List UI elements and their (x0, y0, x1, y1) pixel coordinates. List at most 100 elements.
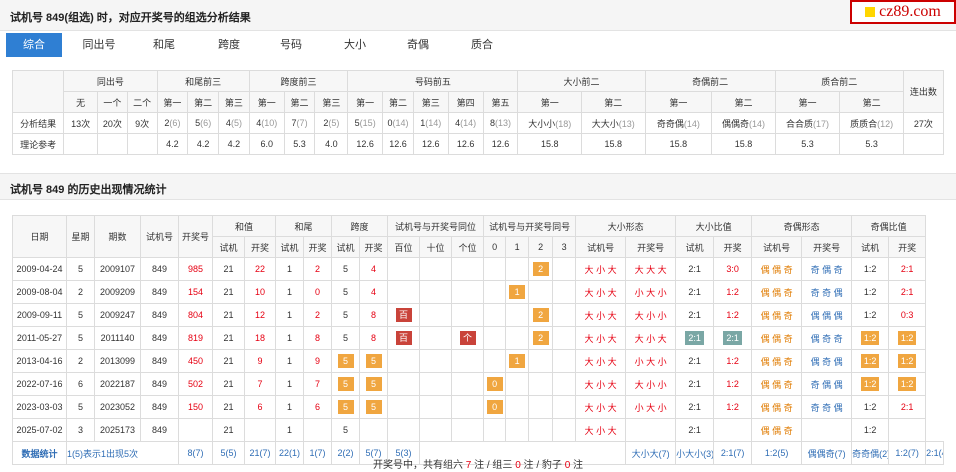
tab-0[interactable]: 综合 (6, 33, 62, 57)
tail-draw-cell: 2 (303, 257, 333, 281)
tab-6[interactable]: 奇偶 (389, 33, 447, 57)
footer-suffix: 注 (570, 460, 584, 471)
history-sub-header: 试机 (851, 236, 890, 258)
same-number-cell: 1 (505, 349, 530, 373)
result-cell: 0(14) (382, 112, 414, 134)
result-count: (18) (555, 118, 572, 129)
date-cell: 2023-03-03 (12, 395, 67, 419)
draw-number-cell: 985 (178, 257, 213, 281)
same-number-cell (505, 372, 530, 396)
result-count-value: 14 (463, 118, 474, 128)
tab-bar: 综合 同出号 和尾 跨度 号码 大小 奇偶 质合 (0, 31, 956, 59)
odd-even-shape-draw: 偶 偶 偶 (801, 303, 853, 327)
tab-3[interactable]: 跨度 (200, 33, 258, 57)
size-shape-test: 大 小 大 (575, 280, 627, 304)
issue-cell: 2025173 (94, 418, 141, 442)
size-ratio-draw: 1:2 (713, 372, 753, 396)
odd-even-ratio-test: 1:2 (851, 257, 890, 281)
span-test-tag: 5 (337, 377, 354, 391)
week-cell: 2 (66, 349, 95, 373)
sum-test-cell: 21 (212, 280, 245, 304)
history-sub-header: 开奖号 (801, 236, 853, 258)
same-number-cell (552, 418, 577, 442)
site-logo[interactable]: cz89.com (850, 0, 956, 24)
sub-header: 无 (63, 91, 99, 113)
tab-5[interactable]: 大小 (326, 33, 384, 57)
result-value: 质质合 (850, 118, 878, 129)
history-group-header: 试机号与开奖号同位 (387, 215, 485, 237)
table-row: 2009-09-11 5 2009247 849 804 21 12 1 2 5 8 百 2 大 小 大大… (12, 303, 944, 327)
theory-cell: 15.8 (580, 133, 646, 155)
history-sub-header: 2 (528, 236, 554, 258)
size-ratio-test: 2:1 (675, 349, 715, 373)
row-label: 分析结果 (11, 112, 65, 134)
sum-draw-cell: 12 (243, 303, 277, 327)
size-ratio-test: 2:1 (675, 280, 715, 304)
tab-7[interactable]: 质合 (453, 33, 511, 57)
same-number-cell (552, 280, 577, 304)
tail-test-cell: 1 (275, 257, 305, 281)
history-group-header: 奇偶形态 (751, 215, 853, 237)
result-count: (5) (328, 118, 340, 128)
date-cell: 2013-04-16 (12, 349, 67, 373)
span-draw-tag: 5 (365, 400, 382, 414)
test-number-cell: 849 (140, 280, 179, 304)
result-count: (14) (425, 118, 442, 128)
date-cell: 2011-05-27 (12, 326, 67, 350)
week-cell: 5 (66, 395, 95, 419)
same-number-cell: 0 (483, 395, 507, 419)
tail-test-cell: 1 (275, 326, 305, 350)
result-cell: 5(15) (347, 112, 384, 134)
week-cell: 5 (66, 326, 95, 350)
result-cell: 9次 (126, 112, 158, 134)
group-header: 奇偶前二 (644, 70, 776, 92)
same-number-cell (552, 372, 577, 396)
size-ratio-test: 2:1 (675, 418, 715, 442)
test-number-cell: 849 (140, 326, 179, 350)
result-count: (13) (494, 118, 511, 128)
same-number-tag: 2 (532, 331, 549, 345)
result-value: 合合质 (786, 118, 814, 129)
result-count: (6) (169, 118, 181, 128)
history-group-header: 大小比值 (675, 215, 753, 237)
same-number-cell (483, 418, 507, 442)
result-count: (5) (230, 118, 242, 128)
theory-cell: 4.2 (187, 133, 220, 155)
tab-4[interactable]: 号码 (262, 33, 320, 57)
result-count-value: 12 (880, 118, 891, 129)
tail-draw-cell: 9 (303, 349, 333, 373)
group-header: 号码前五 (347, 70, 519, 92)
result-count-value: 6 (172, 118, 178, 128)
span-test-cell: 5 (331, 257, 361, 281)
span-test-cell: 5 (331, 326, 361, 350)
odd-even-ratio-draw: 2:1 (888, 280, 927, 304)
same-number-cell: 2 (528, 326, 554, 350)
test-number-cell: 849 (140, 349, 179, 373)
table-row: 2013-04-16 2 2013099 849 450 21 9 1 9 5 5 1 大 小 大小 大… (12, 349, 944, 373)
result-count: (6) (200, 118, 212, 128)
draw-number-cell: 450 (178, 349, 213, 373)
result-count-value: 7 (299, 118, 305, 128)
position-cell (387, 349, 421, 373)
history-sub-header: 开奖号 (625, 236, 677, 258)
size-ratio-draw (713, 418, 753, 442)
tab-2[interactable]: 和尾 (135, 33, 193, 57)
history-table: 日期 星期 期数 试机号 开奖号 和值 和尾 跨度 试机号与开奖号同位 试机号与开奖号同号 大小形态… (12, 215, 944, 465)
odd-even-ratio-test-tag: 1:2 (860, 331, 880, 345)
result-cell: 2(6) (156, 112, 189, 134)
same-number-cell (528, 349, 554, 373)
odd-even-ratio-draw-tag: 1:2 (897, 331, 917, 345)
theory-cell: 12.6 (482, 133, 519, 155)
result-cell: 8(13) (482, 112, 519, 134)
result-cell: 20次 (97, 112, 128, 134)
size-shape-test: 大 小 大 (575, 395, 627, 419)
history-sub-header: 个位 (451, 236, 485, 258)
sub-header: 二个 (126, 91, 158, 113)
tail-test-cell: 1 (275, 349, 305, 373)
same-number-cell (528, 418, 554, 442)
tab-1[interactable]: 同出号 (70, 33, 128, 57)
result-count: (10) (261, 118, 278, 128)
odd-even-ratio-test-tag: 1:2 (860, 377, 880, 391)
result-cell: 7(7) (283, 112, 316, 134)
odd-even-ratio-draw: 2:1 (888, 257, 927, 281)
